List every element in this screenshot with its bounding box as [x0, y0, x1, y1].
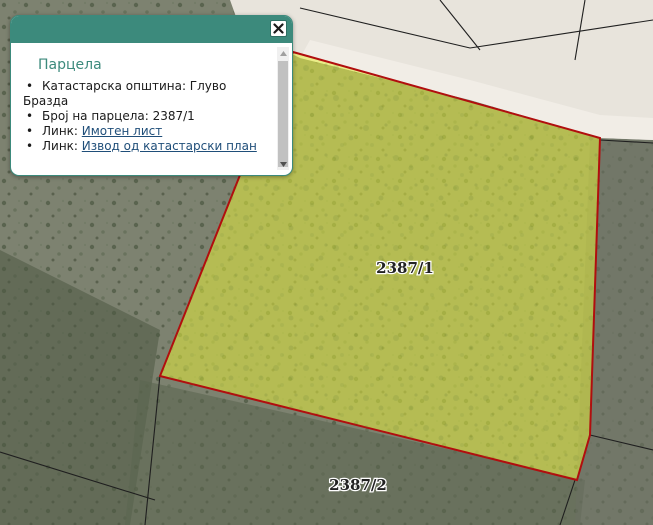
- popup-scrollbar[interactable]: [277, 47, 289, 170]
- list-item-property-sheet-link: Линк: Имотен лист: [23, 124, 274, 139]
- popup-title: Парцела: [38, 57, 102, 73]
- scrollbar-thumb[interactable]: [278, 61, 288, 167]
- parcel-number-text: Број на парцела: 2387/1: [42, 109, 195, 123]
- scroll-up-button[interactable]: [277, 47, 289, 59]
- popup-attribute-list: Катастарска општина: Глуво Бразда Број н…: [23, 79, 274, 154]
- triangle-up-icon: [279, 50, 287, 56]
- popup-body: Парцела Катастарска општина: Глуво Бразд…: [11, 43, 274, 175]
- link-label: Линк:: [42, 124, 82, 138]
- cadastral-municipality-text: Катастарска општина: Глуво Бразда: [23, 79, 227, 108]
- parcel-info-popup: Парцела Катастарска општина: Глуво Бразд…: [10, 15, 293, 176]
- scroll-down-button[interactable]: [277, 158, 289, 170]
- link-label: Линк:: [42, 139, 82, 153]
- list-item-cadastral-plan-link: Линк: Извод од катастарски план: [23, 139, 274, 154]
- list-item-parcel-number: Број на парцела: 2387/1: [23, 109, 274, 124]
- cadastral-plan-extract-link[interactable]: Извод од катастарски план: [82, 139, 257, 153]
- list-item-cadastral-municipality: Катастарска општина: Глуво Бразда: [23, 79, 274, 109]
- close-icon: [273, 23, 284, 34]
- popup-header: [11, 16, 292, 43]
- parcel-label-2387-1: 2387/1: [376, 259, 434, 277]
- parcel-label-2387-2: 2387/2: [329, 476, 387, 494]
- triangle-down-icon: [279, 161, 287, 167]
- property-sheet-link[interactable]: Имотен лист: [82, 124, 162, 138]
- close-button[interactable]: [270, 20, 287, 37]
